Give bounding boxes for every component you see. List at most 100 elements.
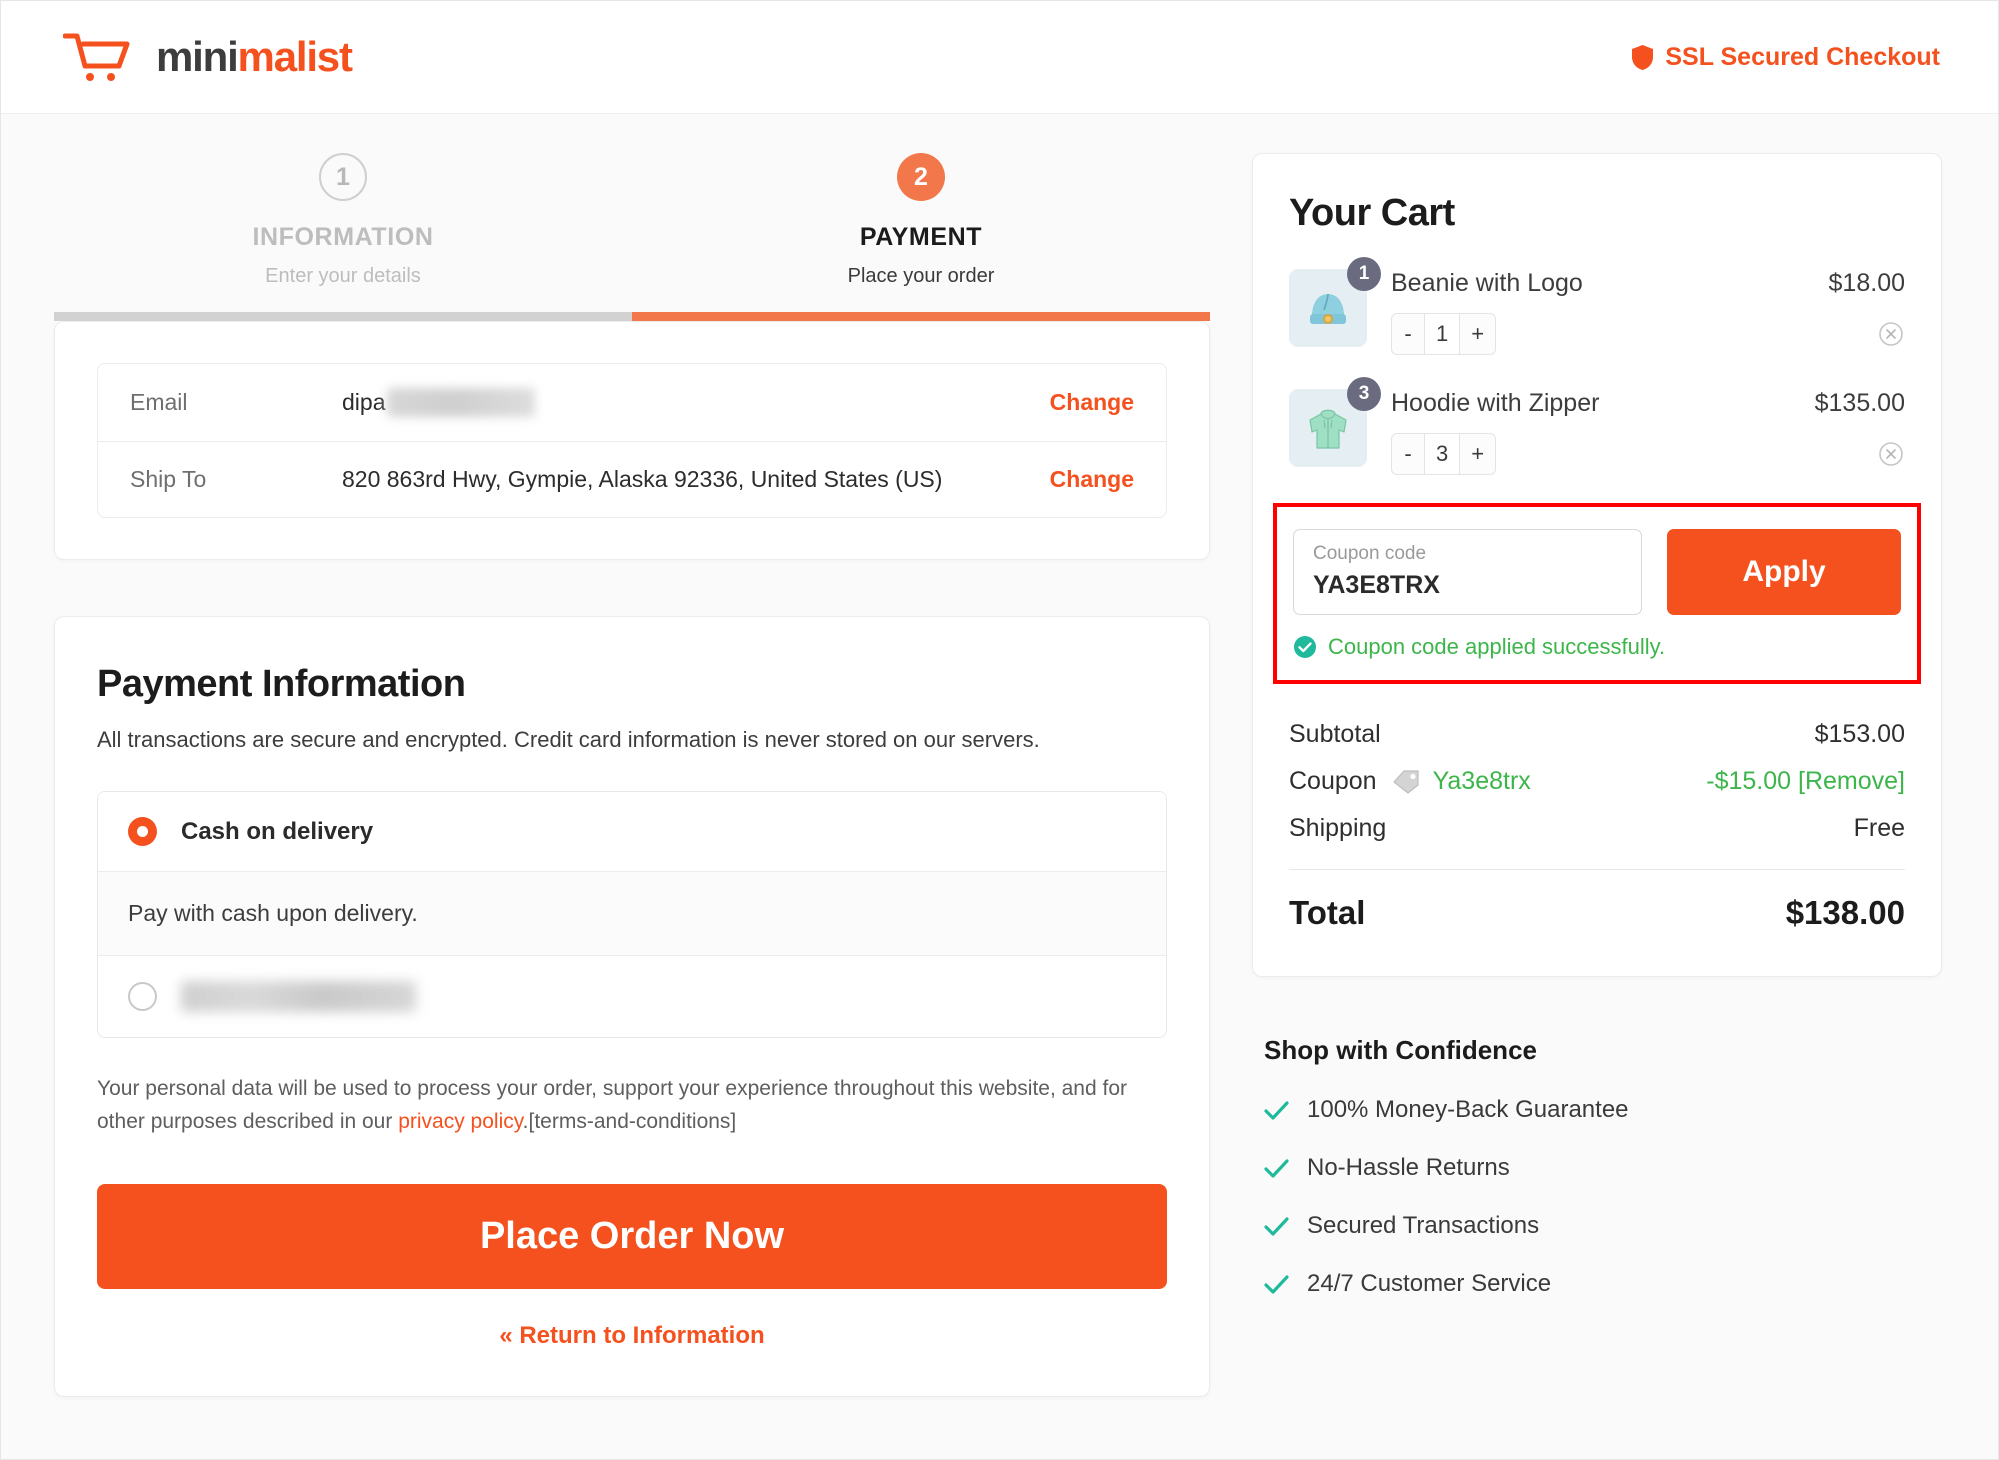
checkout-main-column: 1 INFORMATION Enter your details 2 PAYME… <box>54 153 1210 1398</box>
step-payment-title: PAYMENT <box>859 223 983 251</box>
ssl-label: SSL Secured Checkout <box>1665 42 1940 71</box>
quantity-decrease-button[interactable]: - <box>1392 314 1424 354</box>
cart-item-name: Hoodie with Zipper <box>1391 389 1600 417</box>
step-information-number: 1 <box>319 153 367 201</box>
quantity-value[interactable]: 1 <box>1424 314 1461 354</box>
ship-to-change-link[interactable]: Change <box>1050 466 1134 493</box>
confidence-item: 24/7 Customer Service <box>1264 1270 1930 1298</box>
brand-name: minimalist <box>156 33 353 81</box>
shipping-label: Shipping <box>1289 814 1387 842</box>
payment-subtitle: All transactions are secure and encrypte… <box>97 727 1040 752</box>
coupon-remove-link[interactable]: [Remove] <box>1798 767 1905 795</box>
cart-item-main: Beanie with Logo $18.00 - 1 + <box>1391 269 1905 355</box>
coupon-row: Coupon code YA3E8TRX Apply <box>1293 529 1901 615</box>
check-icon <box>1264 1216 1289 1236</box>
total-label: Total <box>1289 894 1366 931</box>
step-information[interactable]: 1 INFORMATION Enter your details <box>54 153 632 288</box>
confidence-item-label: No-Hassle Returns <box>1307 1154 1510 1181</box>
quantity-decrease-button[interactable]: - <box>1392 434 1424 474</box>
radio-unselected-icon[interactable] <box>128 982 157 1011</box>
email-value: dipa <box>342 389 386 415</box>
price-tag-icon <box>1390 769 1420 795</box>
confidence-title: Shop with Confidence <box>1264 1035 1537 1065</box>
subtotal-label: Subtotal <box>1289 720 1381 748</box>
payment-method-second[interactable] <box>98 956 1166 1037</box>
checkout-body: 1 INFORMATION Enter your details 2 PAYME… <box>1 114 1998 1398</box>
checkout-page: minimalist SSL Secured Checkout 1 INFORM… <box>0 0 1999 1460</box>
radio-selected-icon[interactable] <box>128 817 157 846</box>
quantity-increase-button[interactable]: + <box>1460 434 1495 474</box>
checkout-stepper: 1 INFORMATION Enter your details 2 PAYME… <box>54 153 1210 321</box>
payment-title: Payment Information <box>97 663 466 705</box>
cart-item-price: $18.00 <box>1828 269 1905 297</box>
confidence-item-label: 24/7 Customer Service <box>1307 1270 1552 1297</box>
progress-segment-payment <box>632 312 1210 321</box>
coupon-success-message: Coupon code applied successfully. <box>1293 634 1901 660</box>
step-payment-number: 2 <box>897 153 945 201</box>
check-icon <box>1264 1100 1289 1120</box>
cart-item: 1 Beanie with Logo $18.00 - 1 + <box>1289 257 1905 355</box>
quantity-value[interactable]: 3 <box>1424 434 1461 474</box>
cart-item-quantity-stepper[interactable]: - 1 + <box>1391 313 1497 355</box>
checkout-sidebar: Your Cart 1 Beanie with Logo $18.00 - 1 … <box>1252 153 1942 1328</box>
email-change-link[interactable]: Change <box>1050 389 1134 416</box>
ship-to-row: Ship To 820 863rd Hwy, Gympie, Alaska 92… <box>98 441 1166 517</box>
check-circle-icon <box>1293 635 1317 659</box>
confidence-item: No-Hassle Returns <box>1264 1154 1930 1182</box>
check-icon <box>1264 1158 1289 1178</box>
step-information-title: INFORMATION <box>252 223 434 251</box>
totals-divider <box>1289 869 1905 870</box>
coupon-total-label: Coupon <box>1289 767 1377 795</box>
cart-card: Your Cart 1 Beanie with Logo $18.00 - 1 … <box>1252 153 1942 977</box>
payment-methods-list: Cash on delivery Pay with cash upon deli… <box>97 791 1167 1038</box>
confidence-item: 100% Money-Back Guarantee <box>1264 1096 1930 1124</box>
privacy-policy-link[interactable]: privacy policy <box>398 1110 522 1133</box>
payment-information-card: Payment Information All transactions are… <box>54 616 1210 1398</box>
ssl-badge: SSL Secured Checkout <box>1631 43 1940 72</box>
coupon-total-code[interactable]: Ya3e8trx <box>1433 767 1531 796</box>
remove-item-icon[interactable] <box>1877 440 1905 468</box>
ship-to-label: Ship To <box>130 466 207 492</box>
cart-item-qty-badge: 1 <box>1347 257 1381 291</box>
payment-method-cash-on-delivery[interactable]: Cash on delivery <box>98 792 1166 871</box>
coupon-section-highlight: Coupon code YA3E8TRX Apply Coupon code a… <box>1273 503 1921 684</box>
coupon-total-left: Coupon Ya3e8trx <box>1289 767 1531 796</box>
confidence-item-label: 100% Money-Back Guarantee <box>1307 1096 1629 1123</box>
cart-item-price: $135.00 <box>1814 389 1905 417</box>
progress-segment-information <box>54 312 632 321</box>
coupon-row-total: Coupon Ya3e8trx -$15.00 [Remove] <box>1289 767 1905 796</box>
shield-icon <box>1631 44 1654 71</box>
privacy-notice-after: .[terms-and-conditions] <box>522 1109 737 1133</box>
cart-item-qty-badge: 3 <box>1347 377 1381 411</box>
check-icon <box>1264 1274 1289 1294</box>
place-order-button[interactable]: Place Order Now <box>97 1184 1167 1290</box>
email-redaction <box>387 388 536 417</box>
coupon-total-right: -$15.00 [Remove] <box>1706 767 1905 796</box>
brand-logo[interactable]: minimalist <box>63 31 353 83</box>
cart-item-quantity-stepper[interactable]: - 3 + <box>1391 433 1497 475</box>
coupon-input[interactable]: Coupon code YA3E8TRX <box>1293 529 1642 615</box>
quantity-increase-button[interactable]: + <box>1460 314 1495 354</box>
payment-method-second-redaction <box>181 981 416 1012</box>
step-payment[interactable]: 2 PAYMENT Place your order <box>632 153 1210 288</box>
apply-coupon-button[interactable]: Apply <box>1667 529 1901 615</box>
order-details-card: Email dipa Change Ship To 820 863rd Hwy,… <box>54 321 1210 560</box>
step-payment-subtitle: Place your order <box>847 265 995 287</box>
shipping-row: Shipping Free <box>1289 814 1905 843</box>
site-header: minimalist SSL Secured Checkout <box>1 1 1998 114</box>
step-information-subtitle: Enter your details <box>265 265 421 287</box>
email-label: Email <box>130 389 188 415</box>
return-to-information-link[interactable]: « Return to Information <box>97 1322 1167 1350</box>
cart-item-main: Hoodie with Zipper $135.00 - 3 + <box>1391 389 1905 475</box>
cart-item-name: Beanie with Logo <box>1391 269 1583 297</box>
order-totals: Subtotal $153.00 Coupon Ya3e8trx -$15.00… <box>1289 720 1905 932</box>
shopping-cart-icon <box>63 31 137 83</box>
confidence-item-label: Secured Transactions <box>1307 1212 1540 1239</box>
email-row: Email dipa Change <box>98 364 1166 441</box>
subtotal-value: $153.00 <box>1814 720 1905 748</box>
remove-item-icon[interactable] <box>1877 320 1905 348</box>
shop-with-confidence: Shop with Confidence 100% Money-Back Gua… <box>1252 1035 1942 1298</box>
order-details-table: Email dipa Change Ship To 820 863rd Hwy,… <box>97 363 1167 518</box>
cart-item-thumb-wrap: 3 <box>1289 377 1381 467</box>
checkout-progress-bar <box>54 312 1210 321</box>
